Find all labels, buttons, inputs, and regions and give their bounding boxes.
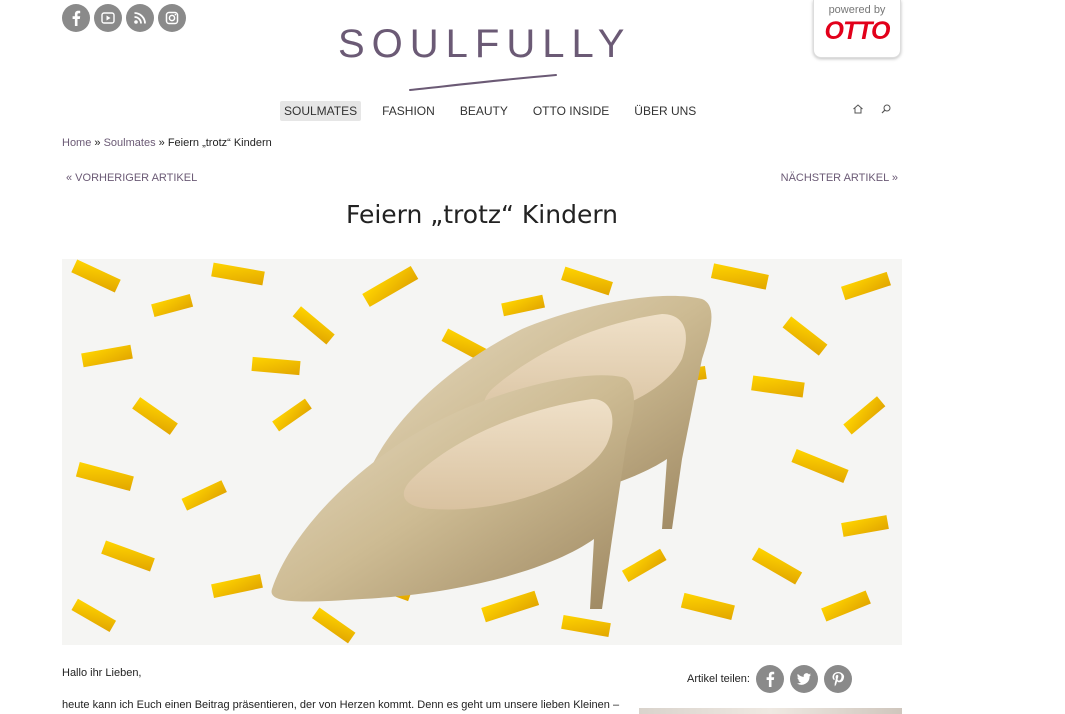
- instagram-icon[interactable]: [158, 4, 186, 32]
- otto-powered-text: powered by: [828, 4, 886, 16]
- otto-logo: OTTO: [824, 17, 891, 45]
- search-icon[interactable]: [880, 103, 892, 115]
- social-links-top: [62, 4, 186, 32]
- previous-article-link[interactable]: « VORHERIGER ARTIKEL: [66, 172, 197, 184]
- rss-icon[interactable]: [126, 4, 154, 32]
- home-icon[interactable]: [852, 103, 864, 115]
- breadcrumb-separator: »: [158, 137, 165, 149]
- share-facebook-icon[interactable]: [755, 665, 784, 693]
- breadcrumb-current: Feiern „trotz“ Kindern: [167, 137, 272, 149]
- share-label: Artikel teilen:: [687, 673, 750, 685]
- share-bar: Artikel teilen:: [687, 665, 852, 693]
- nav-item-soulmates[interactable]: SOULMATES: [280, 101, 362, 121]
- logo-text: SOULFULLY: [338, 22, 632, 66]
- nav-item-fashion[interactable]: FASHION: [378, 101, 439, 121]
- sidebar-image: [639, 708, 902, 714]
- article-greeting: Hallo ihr Lieben,: [62, 667, 142, 679]
- breadcrumb-soulmates[interactable]: Soulmates: [104, 137, 156, 149]
- nav-utility-icons: [852, 103, 892, 115]
- article-body: Hallo ihr Lieben, heute kann ich Euch ei…: [62, 666, 622, 714]
- article-paragraph: heute kann ich Euch einen Beitrag präsen…: [62, 699, 620, 711]
- breadcrumb-separator: »: [94, 137, 101, 149]
- share-pinterest-icon[interactable]: [823, 665, 852, 693]
- hero-image: [62, 259, 902, 645]
- nav-item-otto-inside[interactable]: OTTO INSIDE: [529, 101, 613, 121]
- breadcrumb-home[interactable]: Home: [62, 137, 91, 149]
- share-twitter-icon[interactable]: [789, 665, 818, 693]
- hero-illustration: [62, 259, 902, 645]
- next-article-link[interactable]: NÄCHSTER ARTIKEL »: [781, 172, 898, 184]
- facebook-icon[interactable]: [62, 4, 90, 32]
- main-nav: SOULMATES FASHION BEAUTY OTTO INSIDE ÜBE…: [280, 101, 717, 121]
- nav-item-ueber-uns[interactable]: ÜBER UNS: [630, 101, 700, 121]
- otto-badge[interactable]: powered by OTTO: [813, 0, 901, 58]
- breadcrumb: Home » Soulmates » Feiern „trotz“ Kinder…: [62, 137, 272, 149]
- site-logo[interactable]: SOULFULLY: [338, 22, 632, 91]
- logo-swoosh-icon: [409, 74, 557, 91]
- youtube-icon[interactable]: [94, 4, 122, 32]
- nav-item-beauty[interactable]: BEAUTY: [456, 101, 512, 121]
- article-title: Feiern „trotz“ Kindern: [345, 200, 619, 229]
